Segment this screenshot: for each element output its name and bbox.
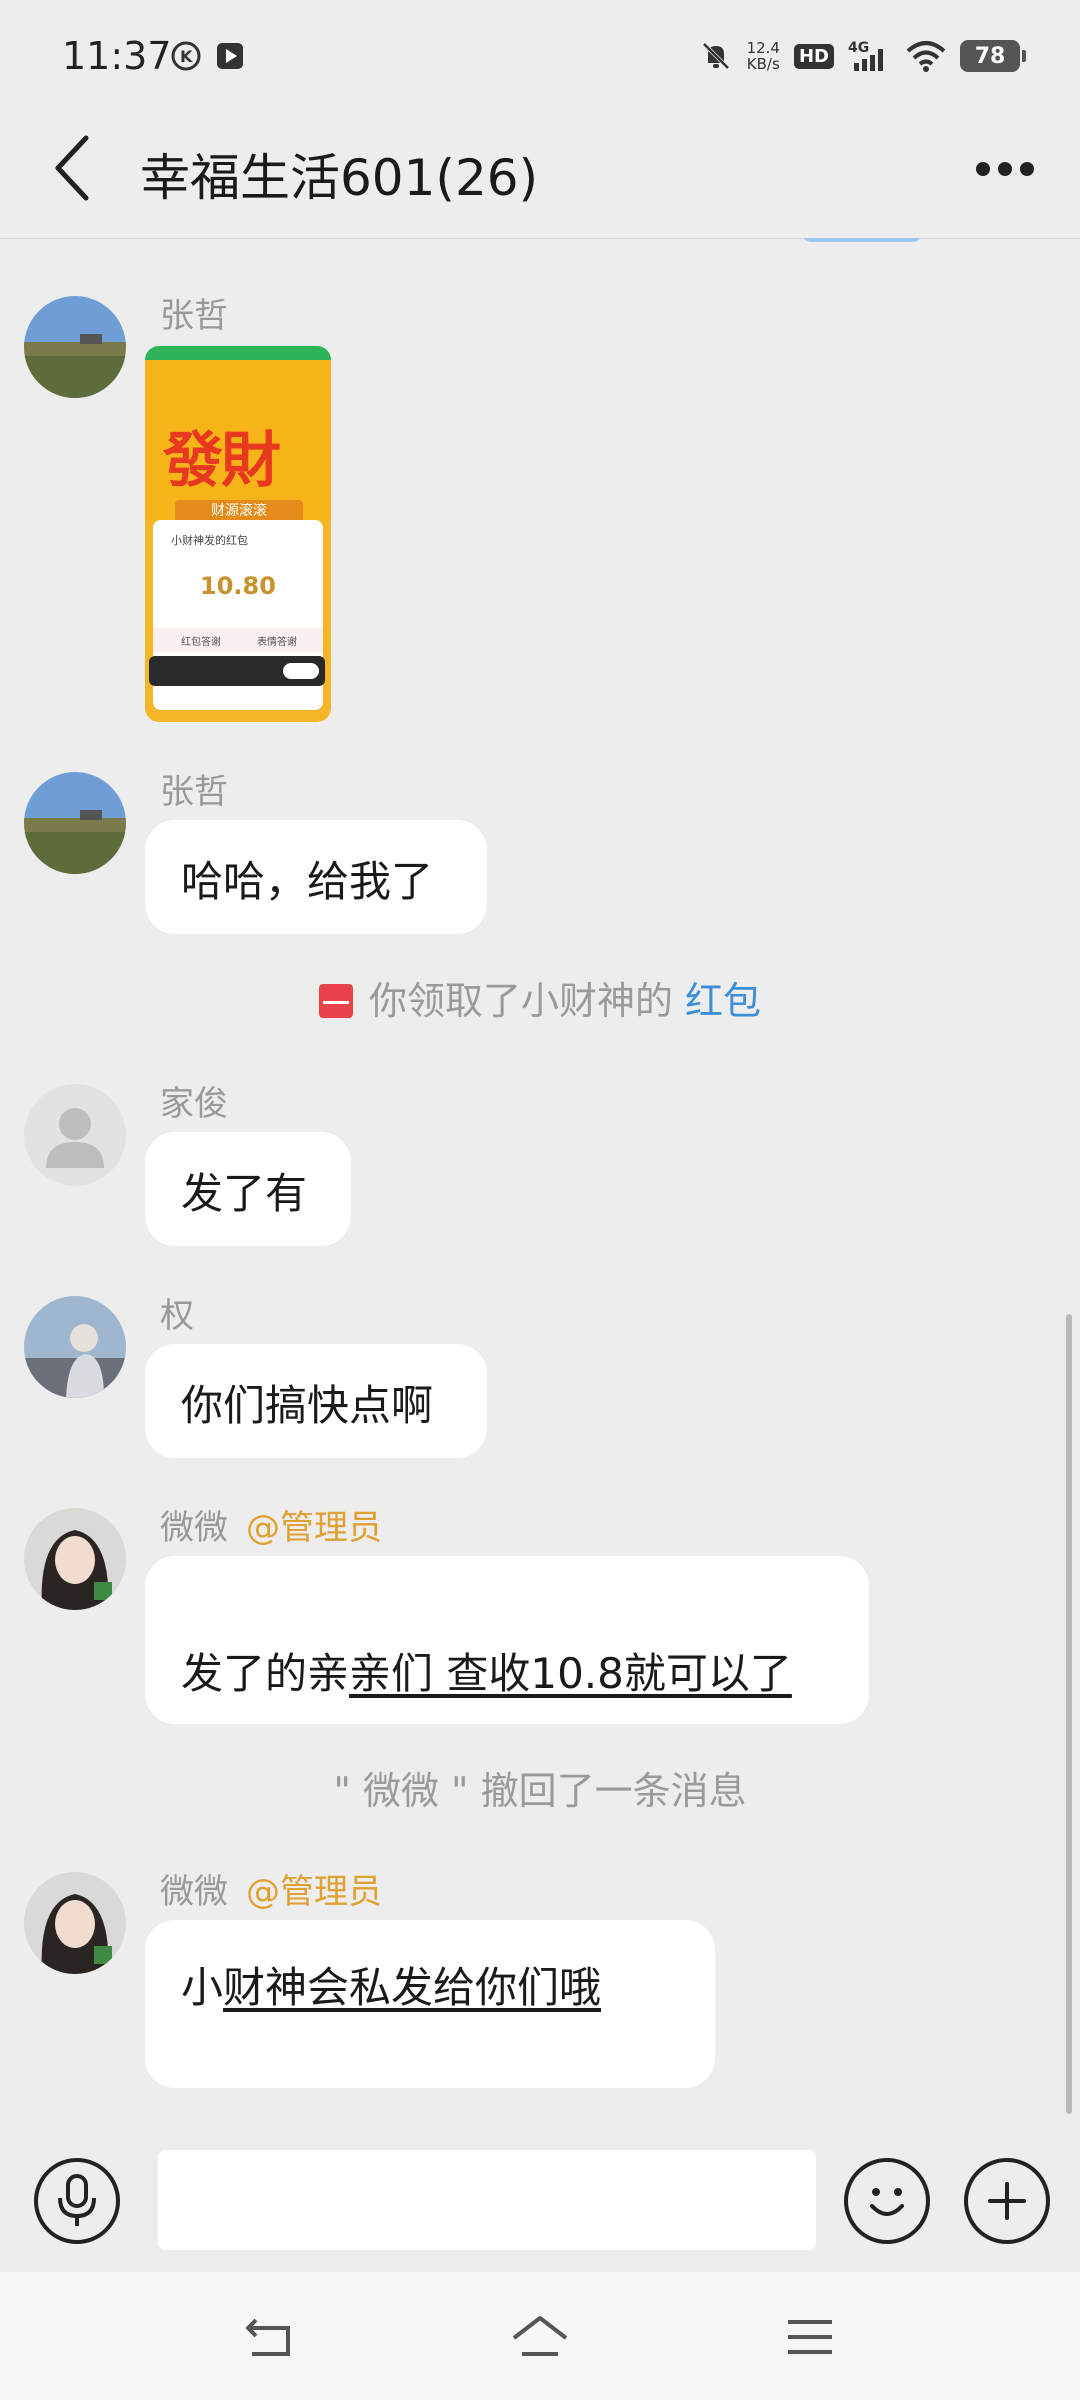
sender-name: 张哲	[160, 296, 228, 336]
system-notice-recalled: " 微微 " 撤回了一条消息	[333, 1769, 747, 1813]
message-bubble[interactable]: 你们搞快点啊	[145, 1344, 487, 1458]
microphone-icon	[58, 2174, 96, 2226]
video-app-icon	[217, 43, 243, 69]
card-tab: 表情答谢	[257, 637, 297, 648]
message-text: 哈哈，给我了	[181, 857, 434, 906]
nav-menu-icon[interactable]	[780, 2312, 840, 2362]
sender-name: 张哲	[160, 772, 228, 812]
emoji-button[interactable]	[844, 2158, 930, 2244]
message-text-underlined: 亲们 查收10.8就可以了	[349, 1649, 792, 1698]
previous-message-edge	[800, 238, 924, 242]
admin-tag: @管理员	[246, 1508, 382, 1548]
mute-bell-icon	[702, 42, 729, 70]
card-amount: 10.80	[200, 572, 276, 600]
system-notice-red-packet: 你领取了小财神的 红包	[0, 970, 1080, 1025]
avatar[interactable]	[24, 772, 126, 874]
scrollbar[interactable]	[1066, 1314, 1072, 2114]
svg-text:4G: 4G	[848, 40, 869, 56]
message-list[interactable]: 张哲 發財 财源滚滚 小财神发的红包 10.80 红包答谢 表情答谢 张哲 哈哈…	[0, 238, 1080, 2138]
message-bubble[interactable]: 发了的亲亲们 查收10.8就可以了	[145, 1556, 869, 1724]
card-banner: 财源滚滚	[175, 500, 303, 522]
battery-indicator: 78	[960, 40, 1026, 72]
network-speed: 12.4 KB/s	[746, 39, 780, 73]
more-functions-button[interactable]	[964, 2158, 1050, 2244]
card-tabs: 红包答谢 表情答谢	[153, 628, 323, 652]
avatar[interactable]	[24, 1296, 126, 1398]
message-bubble[interactable]: 发了有	[145, 1132, 351, 1246]
red-packet-screenshot[interactable]: 發財 财源滚滚 小财神发的红包 10.80 红包答谢 表情答谢	[145, 346, 331, 722]
sender-name-with-role: 微微 @管理员	[160, 1508, 382, 1548]
card-tab: 红包答谢	[181, 637, 221, 648]
card-headline: 發財	[163, 426, 281, 496]
voice-button[interactable]	[34, 2158, 120, 2244]
message-text: 小	[181, 1963, 224, 2012]
avatar[interactable]	[24, 1872, 126, 1974]
cellular-signal-icon: 4G	[848, 40, 883, 71]
sender-name-with-role: 微微 @管理员	[160, 1872, 382, 1912]
message-bubble[interactable]: 哈哈，给我了	[145, 820, 487, 934]
plus-icon	[988, 2182, 1026, 2220]
admin-tag: @管理员	[246, 1872, 382, 1912]
red-packet-icon	[318, 984, 353, 1018]
status-bar: 11:37 K 12.4 KB/s HD 4G 78	[0, 0, 1080, 100]
chat-title-bar: 幸福生活601(26)	[0, 100, 1080, 239]
wifi-icon	[906, 41, 946, 72]
hd-badge: HD	[793, 43, 834, 69]
back-arrow-icon[interactable]	[46, 130, 106, 206]
more-options-icon[interactable]	[970, 144, 1040, 194]
card-header: 發財 财源滚滚	[145, 360, 331, 522]
message-text-underlined: 财神会私发给你们哦	[223, 1963, 602, 2012]
message-bubble[interactable]: 小财神会私发给你们哦	[145, 1920, 715, 2088]
nav-back-icon[interactable]	[240, 2312, 300, 2362]
status-right-icons: 12.4 KB/s HD 4G 78	[699, 34, 1026, 78]
sender-name: 家俊	[160, 1084, 228, 1124]
message-input[interactable]	[158, 2150, 816, 2250]
avatar[interactable]	[24, 1084, 126, 1186]
svg-text:K: K	[180, 47, 193, 66]
red-packet-link[interactable]: 红包	[685, 979, 761, 1023]
sender-name: 权	[160, 1296, 194, 1336]
avatar[interactable]	[24, 1508, 126, 1610]
nav-home-icon[interactable]	[510, 2312, 570, 2362]
avatar[interactable]	[24, 296, 126, 398]
card-toast	[149, 656, 325, 686]
smiley-icon	[870, 2188, 904, 2216]
system-navigation-bar	[0, 2272, 1080, 2400]
message-input-bar	[0, 2138, 1080, 2272]
message-text: 发了的亲	[181, 1649, 350, 1698]
status-time: 11:37	[62, 34, 172, 78]
chat-title: 幸福生活601(26)	[140, 149, 539, 207]
message-text: 你们搞快点啊	[181, 1381, 434, 1430]
message-text: 发了有	[181, 1169, 308, 1218]
card-top-strip	[145, 346, 331, 360]
card-title: 小财神发的红包	[171, 534, 248, 547]
k-app-icon: K	[171, 41, 201, 71]
